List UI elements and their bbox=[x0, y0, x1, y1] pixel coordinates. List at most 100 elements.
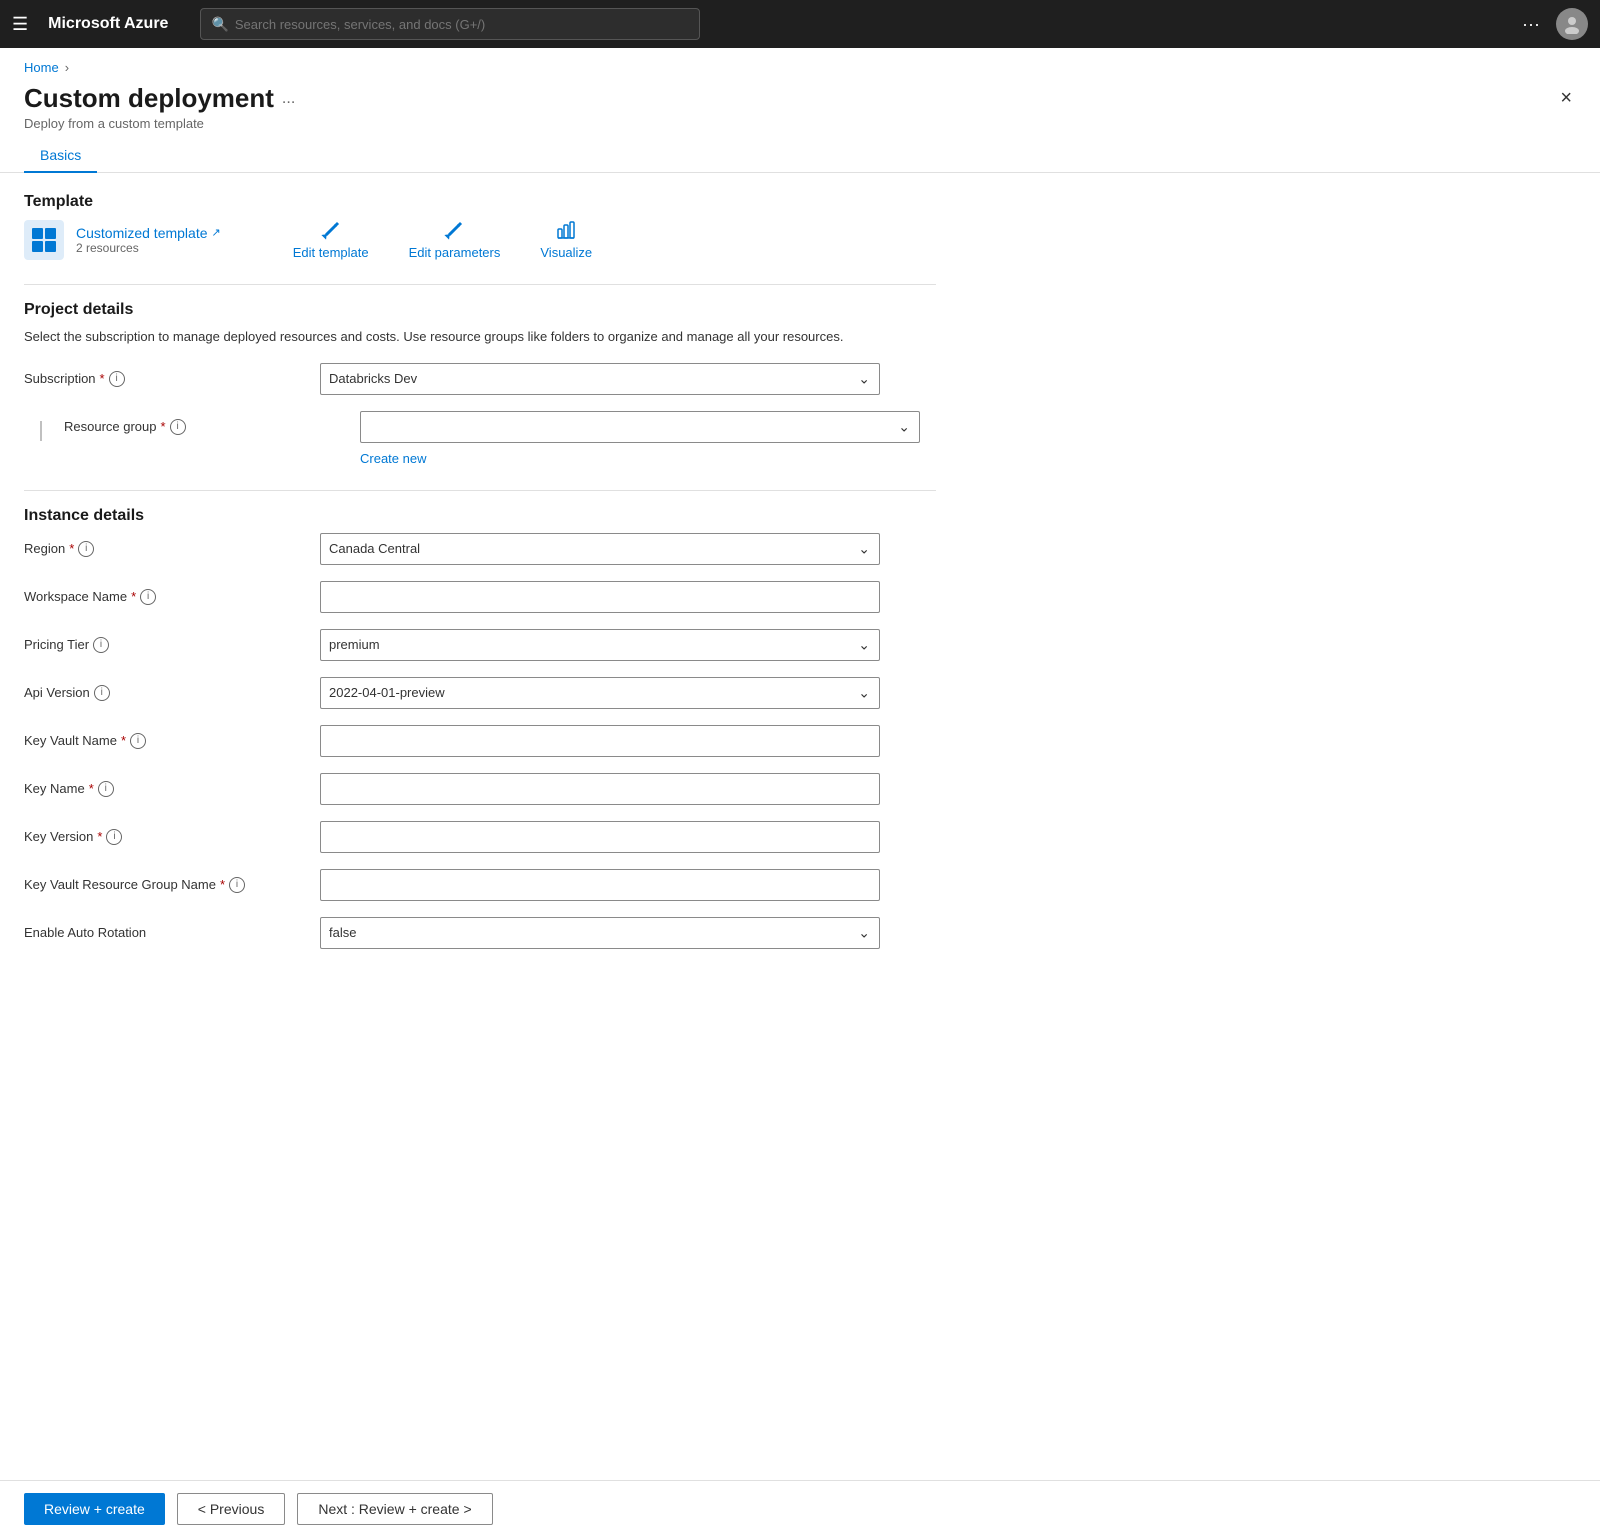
avatar[interactable] bbox=[1556, 8, 1588, 40]
region-required: * bbox=[69, 541, 74, 556]
region-select-wrapper: Canada Central bbox=[320, 533, 880, 565]
subscription-control: Databricks Dev bbox=[320, 363, 880, 395]
key-vault-rg-label: Key Vault Resource Group Name * i bbox=[24, 877, 304, 893]
pricing-tier-label: Pricing Tier i bbox=[24, 637, 304, 653]
close-button[interactable]: × bbox=[1556, 83, 1576, 114]
template-card: Customized template ↗ 2 resources Edit t… bbox=[24, 219, 936, 260]
api-version-row: Api Version i 2022-04-01-preview bbox=[24, 677, 936, 709]
enable-auto-rotation-control: false true bbox=[320, 917, 880, 949]
previous-button[interactable]: < Previous bbox=[177, 1493, 286, 1525]
resource-group-required: * bbox=[161, 419, 166, 434]
pricing-tier-info-icon[interactable]: i bbox=[93, 637, 109, 653]
resource-group-select-wrapper bbox=[360, 411, 920, 443]
key-vault-name-required: * bbox=[121, 733, 126, 748]
key-vault-rg-required: * bbox=[220, 877, 225, 892]
top-navigation: ☰ Microsoft Azure 🔍 ··· bbox=[0, 0, 1600, 48]
workspace-name-row: Workspace Name * i bbox=[24, 581, 936, 613]
key-version-row: Key Version * i bbox=[24, 821, 936, 853]
search-icon: 🔍 bbox=[211, 16, 228, 33]
create-new-link[interactable]: Create new bbox=[360, 451, 426, 466]
breadcrumb-separator: › bbox=[65, 60, 69, 75]
key-vault-name-info-icon[interactable]: i bbox=[130, 733, 146, 749]
key-vault-rg-control bbox=[320, 869, 880, 901]
region-row: Region * i Canada Central bbox=[24, 533, 936, 565]
tabs-area: Basics bbox=[0, 139, 1600, 173]
resource-group-content: Resource group * i bbox=[64, 411, 936, 466]
breadcrumb-home[interactable]: Home bbox=[24, 60, 59, 75]
project-details-section: Project details Select the subscription … bbox=[24, 301, 936, 466]
review-create-button[interactable]: Review + create bbox=[24, 1493, 165, 1525]
template-resources: 2 resources bbox=[76, 241, 221, 255]
key-name-required: * bbox=[89, 781, 94, 796]
template-info: Customized template ↗ 2 resources bbox=[76, 225, 221, 255]
key-name-input[interactable] bbox=[320, 773, 880, 805]
key-vault-name-row: Key Vault Name * i bbox=[24, 725, 936, 757]
workspace-name-input[interactable] bbox=[320, 581, 880, 613]
instance-details-section: Instance details Region * i Canada Centr… bbox=[24, 507, 936, 949]
key-vault-name-label: Key Vault Name * i bbox=[24, 733, 304, 749]
key-name-info-icon[interactable]: i bbox=[98, 781, 114, 797]
key-vault-rg-info-icon[interactable]: i bbox=[229, 877, 245, 893]
template-heading: Template bbox=[24, 193, 936, 211]
key-vault-name-control bbox=[320, 725, 880, 757]
subscription-info-icon[interactable]: i bbox=[109, 371, 125, 387]
resource-group-info-icon[interactable]: i bbox=[170, 419, 186, 435]
template-link[interactable]: Customized template ↗ bbox=[76, 225, 221, 241]
external-link-icon: ↗ bbox=[212, 226, 221, 239]
project-details-heading: Project details bbox=[24, 301, 936, 319]
enable-auto-rotation-row: Enable Auto Rotation false true bbox=[24, 917, 936, 949]
workspace-name-control bbox=[320, 581, 880, 613]
key-name-control bbox=[320, 773, 880, 805]
create-new-area: Create new bbox=[360, 447, 936, 466]
workspace-name-label: Workspace Name * i bbox=[24, 589, 304, 605]
tab-basics[interactable]: Basics bbox=[24, 139, 97, 173]
key-version-info-icon[interactable]: i bbox=[106, 829, 122, 845]
nav-right: ··· bbox=[1522, 8, 1588, 40]
key-vault-name-input[interactable] bbox=[320, 725, 880, 757]
page-container: Home › Custom deployment ... Deploy from… bbox=[0, 48, 1600, 1536]
resource-group-select[interactable] bbox=[360, 411, 920, 443]
edit-template-button[interactable]: Edit template bbox=[293, 219, 369, 260]
hamburger-menu[interactable]: ☰ bbox=[12, 14, 28, 35]
resource-group-control bbox=[360, 411, 920, 443]
api-version-select[interactable]: 2022-04-01-preview bbox=[320, 677, 880, 709]
page-header: Custom deployment ... Deploy from a cust… bbox=[0, 75, 1600, 131]
resource-group-field-row: Resource group * i bbox=[64, 411, 936, 443]
subscription-select-wrapper: Databricks Dev bbox=[320, 363, 880, 395]
edit-parameters-button[interactable]: Edit parameters bbox=[409, 219, 501, 260]
region-select[interactable]: Canada Central bbox=[320, 533, 880, 565]
subscription-required: * bbox=[100, 371, 105, 386]
template-section: Template Customized template ↗ bbox=[24, 193, 936, 260]
resource-group-label: Resource group * i bbox=[64, 419, 344, 435]
key-vault-rg-input[interactable] bbox=[320, 869, 880, 901]
page-title: Custom deployment bbox=[24, 83, 274, 114]
template-actions: Edit template Edit parameters bbox=[293, 219, 592, 260]
search-bar[interactable]: 🔍 bbox=[200, 8, 700, 40]
next-button[interactable]: Next : Review + create > bbox=[297, 1493, 492, 1525]
search-input[interactable] bbox=[235, 17, 690, 32]
key-version-required: * bbox=[97, 829, 102, 844]
workspace-name-info-icon[interactable]: i bbox=[140, 589, 156, 605]
instance-details-heading: Instance details bbox=[24, 507, 936, 525]
section-divider-2 bbox=[24, 490, 936, 491]
key-name-label: Key Name * i bbox=[24, 781, 304, 797]
page-options-icon[interactable]: ... bbox=[282, 90, 295, 108]
pricing-tier-select[interactable]: premium bbox=[320, 629, 880, 661]
enable-auto-rotation-select[interactable]: false true bbox=[320, 917, 880, 949]
resource-group-row: Resource group * i bbox=[24, 411, 936, 466]
api-version-info-icon[interactable]: i bbox=[94, 685, 110, 701]
indent-line bbox=[40, 421, 42, 441]
key-version-input[interactable] bbox=[320, 821, 880, 853]
subscription-select[interactable]: Databricks Dev bbox=[320, 363, 880, 395]
key-name-row: Key Name * i bbox=[24, 773, 936, 805]
region-info-icon[interactable]: i bbox=[78, 541, 94, 557]
enable-auto-rotation-label: Enable Auto Rotation bbox=[24, 925, 304, 940]
pricing-tier-select-wrapper: premium bbox=[320, 629, 880, 661]
key-vault-rg-row: Key Vault Resource Group Name * i bbox=[24, 869, 936, 901]
template-icon bbox=[24, 220, 64, 260]
key-version-label: Key Version * i bbox=[24, 829, 304, 845]
pricing-tier-row: Pricing Tier i premium bbox=[24, 629, 936, 661]
nav-more-icon[interactable]: ··· bbox=[1522, 14, 1540, 35]
visualize-button[interactable]: Visualize bbox=[540, 219, 592, 260]
api-version-control: 2022-04-01-preview bbox=[320, 677, 880, 709]
